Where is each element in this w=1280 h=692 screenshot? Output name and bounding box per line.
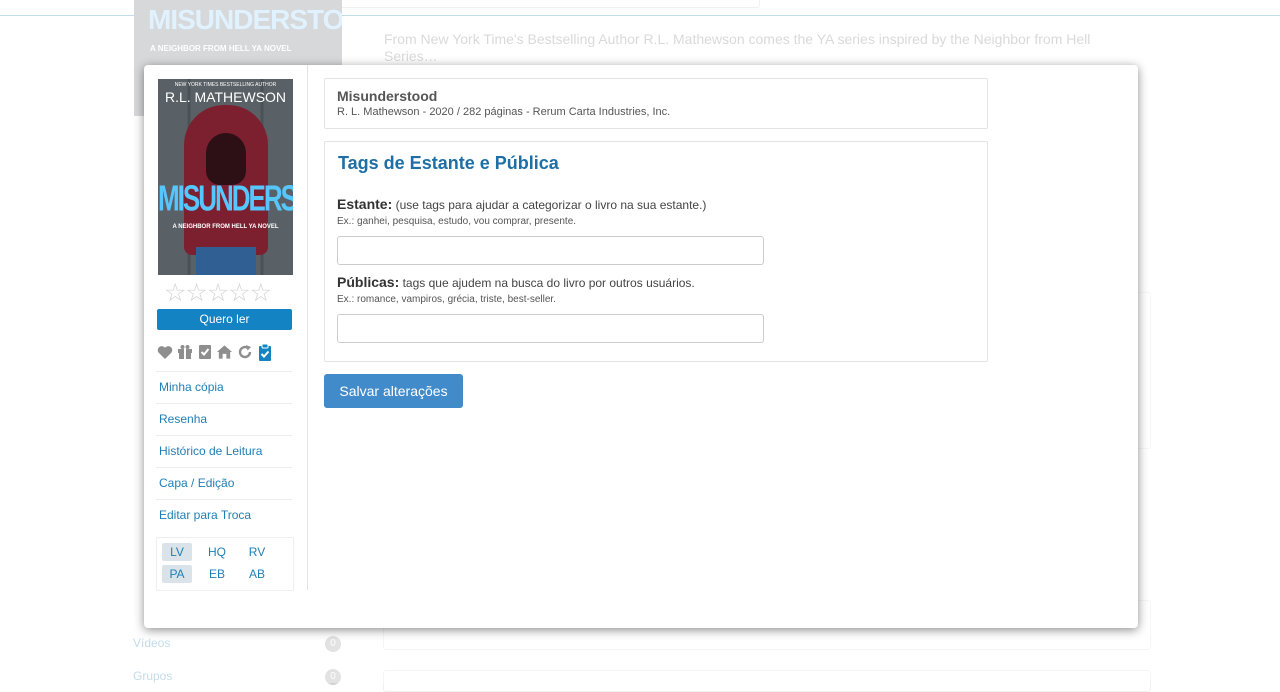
format-selector: LV HQ RV PA EB AB	[156, 537, 294, 591]
cover-author: R.L. MATHEWSON	[164, 89, 287, 105]
book-info-box: Misunderstood R. L. Mathewson - 2020 / 2…	[324, 78, 988, 129]
clipboard-check-icon[interactable]	[256, 343, 273, 361]
menu-item-historico-leitura[interactable]: Histórico de Leitura	[156, 435, 292, 467]
book-meta: R. L. Mathewson - 2020 / 282 páginas - R…	[337, 106, 671, 118]
menu-item-resenha[interactable]: Resenha	[156, 403, 292, 435]
cover-tagline: NEW YORK TIMES BESTSELLING AUTHOR	[174, 82, 277, 88]
cover-figure-legs-art	[196, 247, 256, 275]
public-tags-input[interactable]	[337, 314, 764, 343]
public-tags-label-strong: Públicas:	[337, 274, 400, 290]
book-tags-modal: NEW YORK TIMES BESTSELLING AUTHOR R.L. M…	[144, 65, 1138, 628]
cover-title: MISUNDERSTOOD	[158, 176, 293, 219]
book-cover: NEW YORK TIMES BESTSELLING AUTHOR R.L. M…	[158, 79, 293, 275]
book-actions-menu: Minha cópia Resenha Histórico de Leitura…	[156, 371, 292, 531]
want-to-read-button[interactable]: Quero ler	[157, 309, 292, 330]
shelf-tags-hint: (use tags para ajudar a categorizar o li…	[392, 198, 707, 212]
public-tags-example: Ex.: romance, vampiros, grécia, triste, …	[337, 294, 556, 305]
shelf-tags-input[interactable]	[337, 236, 764, 265]
tags-heading: Tags de Estante e Pública	[338, 153, 559, 173]
menu-item-editar-troca[interactable]: Editar para Troca	[156, 499, 292, 531]
gift-icon[interactable]	[176, 344, 193, 361]
shelf-tags-example: Ex.: ganhei, pesquisa, estudo, vou compr…	[337, 216, 577, 227]
format-ab[interactable]: AB	[242, 565, 272, 583]
house-icon[interactable]	[216, 344, 233, 361]
shelf-tags-label-strong: Estante:	[337, 196, 393, 212]
book-title: Misunderstood	[337, 88, 438, 104]
book-sidebar: NEW YORK TIMES BESTSELLING AUTHOR R.L. M…	[144, 65, 308, 591]
shelf-tags-label: Estante: (use tags para ajudar a categor…	[337, 196, 706, 212]
format-pa[interactable]: PA	[162, 565, 192, 583]
format-eb[interactable]: EB	[202, 565, 232, 583]
public-tags-label: Públicas: tags que ajudem na busca do li…	[337, 274, 695, 290]
heart-icon[interactable]	[156, 344, 173, 361]
menu-item-minha-copia[interactable]: Minha cópia	[156, 371, 292, 403]
format-hq[interactable]: HQ	[202, 543, 232, 561]
format-rv[interactable]: RV	[242, 543, 272, 561]
tags-section: Tags de Estante e Pública Estante: (use …	[324, 141, 988, 362]
rating-stars[interactable]: ☆☆☆☆☆	[164, 281, 272, 306]
reading-status-icons	[156, 342, 273, 362]
save-changes-button[interactable]: Salvar alterações	[324, 374, 463, 408]
check-book-icon[interactable]	[196, 344, 213, 361]
public-tags-hint: tags que ajudem na busca do livro por ou…	[399, 276, 695, 290]
format-lv[interactable]: LV	[162, 543, 192, 561]
refresh-icon[interactable]	[236, 344, 253, 361]
menu-item-capa-edicao[interactable]: Capa / Edição	[156, 467, 292, 499]
cover-subtitle: A NEIGHBOR FROM HELL YA NOVEL	[172, 224, 279, 230]
